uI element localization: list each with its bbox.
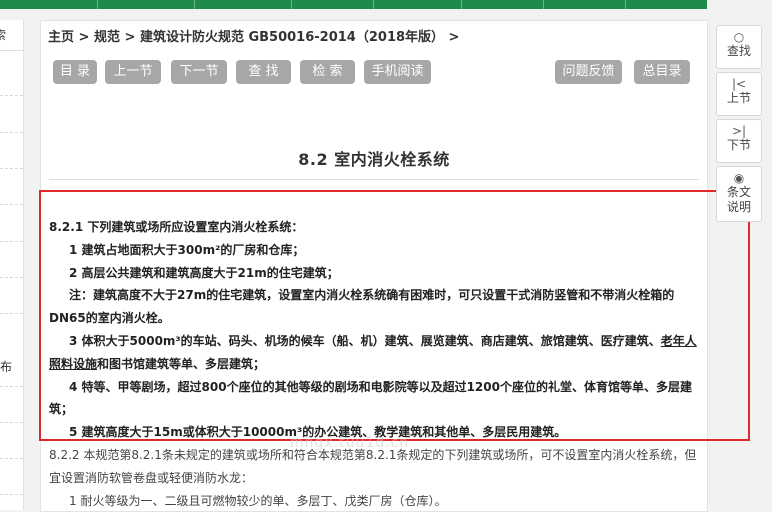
side-explain-button[interactable]: ◉ 条文说明 bbox=[716, 166, 762, 222]
breadcrumb-separator: > bbox=[119, 30, 140, 45]
divider bbox=[0, 95, 23, 96]
divider bbox=[0, 241, 23, 242]
side-prev-button[interactable]: |< 上节 bbox=[716, 72, 762, 116]
left-panel: 索 面布 bbox=[0, 20, 24, 510]
clause-item: 2 高层公共建筑和建筑高度大于21m的住宅建筑； bbox=[69, 265, 339, 280]
clause-text: 3 体积大于5000m³的车站、码头、机场的候车（船、机）建筑、展览建筑、商店建… bbox=[69, 333, 661, 348]
side-button-label: 下节 bbox=[726, 138, 751, 152]
breadcrumb-home[interactable]: 主页 bbox=[48, 30, 74, 45]
left-panel-tab[interactable]: 索 bbox=[0, 20, 23, 51]
side-button-label: 查找 bbox=[726, 44, 751, 58]
divider bbox=[0, 277, 23, 278]
breadcrumb-spec[interactable]: 规范 bbox=[94, 30, 120, 45]
next-section-button[interactable]: 下一节 bbox=[171, 60, 227, 84]
left-panel-item[interactable]: 面布 bbox=[0, 358, 12, 375]
breadcrumb-separator: > bbox=[74, 30, 94, 45]
side-button-label: 条文说明 bbox=[726, 185, 751, 214]
divider bbox=[0, 386, 23, 387]
next-icon: >| bbox=[731, 124, 747, 138]
side-next-button[interactable]: >| 下节 bbox=[716, 119, 762, 163]
clause-item: 1 建筑占地面积大于300m²的厂房和仓库； bbox=[69, 242, 305, 257]
top-nav-divider bbox=[194, 0, 195, 9]
search-icon: ○ bbox=[733, 30, 745, 44]
section-title: 8.2 室内消火栓系统 bbox=[298, 150, 450, 169]
top-nav-divider bbox=[625, 0, 626, 9]
top-nav-divider bbox=[373, 0, 374, 9]
feedback-button[interactable]: 问题反馈 bbox=[555, 60, 622, 84]
clause-text: 和图书馆建筑等单、多层建筑； bbox=[97, 356, 266, 371]
top-nav-bar bbox=[0, 0, 707, 9]
clause-item: 1 耐火等级为一、二级且可燃物较少的单、多层丁、戊类厂房（仓库）。 bbox=[69, 493, 447, 508]
clause-note: 注：建筑高度不大于27m的住宅建筑，设置室内消火栓系统确有困难时，可只设置干式消… bbox=[49, 288, 675, 326]
clause-item: 3 体积大于5000m³的车站、码头、机场的候车（船、机）建筑、展览建筑、商店建… bbox=[49, 330, 697, 376]
divider bbox=[0, 494, 23, 495]
search-button[interactable]: 检 索 bbox=[300, 60, 355, 84]
divider bbox=[0, 313, 23, 314]
divider bbox=[0, 204, 23, 205]
clause-heading: 8.2.1 下列建筑或场所应设置室内消火栓系统： bbox=[49, 220, 304, 234]
divider bbox=[0, 132, 23, 133]
watermark: mhgx.tuu1d.cn bbox=[290, 435, 410, 451]
top-nav-divider bbox=[291, 0, 292, 9]
breadcrumb-separator: > bbox=[444, 30, 460, 45]
divider bbox=[0, 168, 23, 169]
mobile-read-button[interactable]: 手机阅读 bbox=[364, 60, 431, 84]
top-nav-divider bbox=[543, 0, 544, 9]
toc-button[interactable]: 目 录 bbox=[53, 60, 97, 84]
breadcrumb-document[interactable]: 建筑设计防火规范 GB50016-2014（2018年版） bbox=[140, 30, 444, 45]
divider bbox=[0, 422, 23, 423]
breadcrumb: 主页 > 规范 > 建筑设计防火规范 GB50016-2014（2018年版） … bbox=[48, 26, 459, 45]
divider bbox=[49, 179, 699, 180]
divider bbox=[0, 458, 23, 459]
top-nav-divider bbox=[97, 0, 98, 9]
top-nav-divider bbox=[461, 0, 462, 9]
find-button[interactable]: 查 找 bbox=[236, 60, 291, 84]
side-button-label: 上节 bbox=[726, 91, 751, 105]
clause-item: 4 特等、甲等剧场，超过800个座位的其他等级的剧场和电影院等以及超过1200个… bbox=[49, 379, 692, 417]
prev-icon: |< bbox=[731, 77, 747, 91]
master-toc-button[interactable]: 总目录 bbox=[634, 60, 690, 84]
eye-icon: ◉ bbox=[733, 171, 745, 185]
side-find-button[interactable]: ○ 查找 bbox=[716, 25, 762, 69]
clause-content: 8.2.1 下列建筑或场所应设置室内消火栓系统： 1 建筑占地面积大于300m²… bbox=[49, 216, 697, 512]
prev-section-button[interactable]: 上一节 bbox=[105, 60, 161, 84]
